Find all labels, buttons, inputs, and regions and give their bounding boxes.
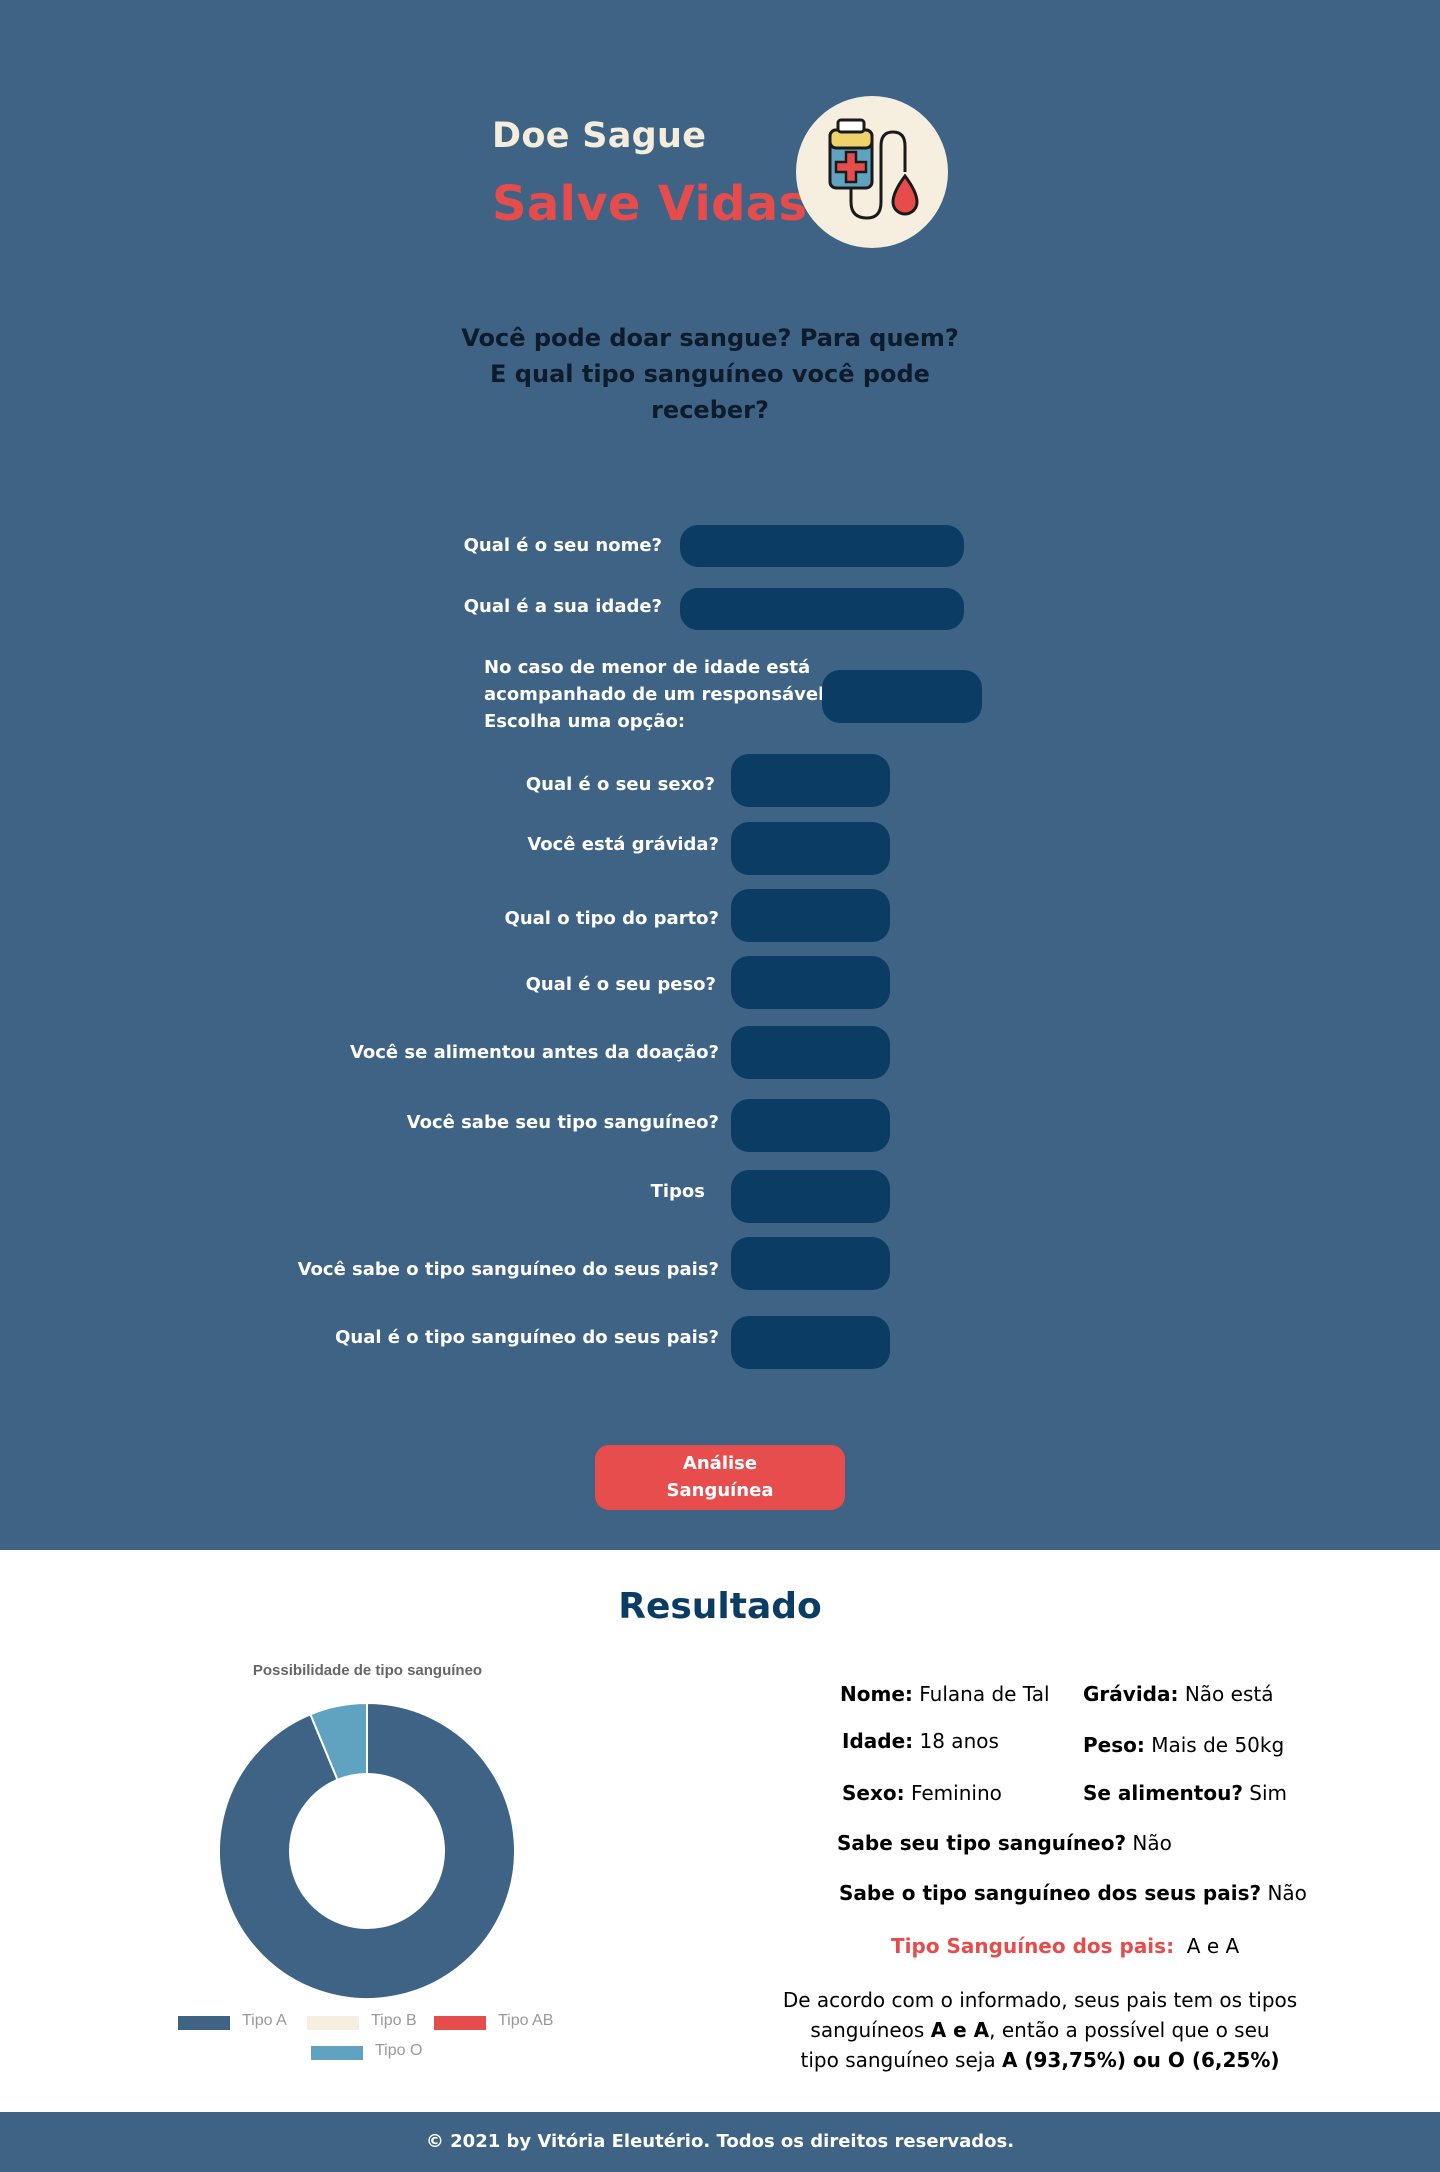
button-label-line: Sanguínea (666, 1480, 774, 1501)
types-select[interactable] (731, 1170, 890, 1223)
result-value: Fulana de Tal (919, 1682, 1050, 1706)
result-value: 18 anos (919, 1729, 999, 1753)
result-key: Idade: (842, 1729, 914, 1753)
summary-line: De acordo com o informado, seus pais tem… (782, 1988, 1298, 2012)
brand-subtitle: Salve Vidas (492, 176, 808, 232)
blood-type-donut-chart (218, 1701, 516, 2000)
intro-question: Você pode doar sangue? Para quem? E qual… (440, 320, 980, 428)
result-value: Sim (1249, 1781, 1288, 1805)
pregnant-label: Você está grávida? (527, 834, 719, 855)
legend-label: Tipo B (371, 2012, 417, 2029)
weight-select[interactable] (731, 956, 890, 1009)
result-name: Nome: Fulana de Tal (840, 1682, 1050, 1706)
result-value: A e A (1186, 1934, 1240, 1958)
summary-bold: A e A (930, 2018, 990, 2042)
knows-parents-label: Você sabe o tipo sanguíneo do seus pais? (297, 1259, 719, 1280)
name-input[interactable] (680, 525, 964, 567)
guardian-label-line: Escolha uma opção: (484, 711, 686, 732)
button-label-line: Análise (682, 1453, 758, 1474)
result-summary: De acordo com o informado, seus pais tem… (770, 1985, 1310, 2075)
result-value: Mais de 50kg (1151, 1733, 1285, 1757)
legend-label: Tipo A (242, 2012, 287, 2029)
result-value: Não está (1184, 1682, 1274, 1706)
result-pregnant: Grávida: Não está (1083, 1682, 1273, 1706)
chart-title: Possibilidade de tipo sanguíneo (252, 1662, 483, 1679)
parents-type-select[interactable] (731, 1316, 890, 1369)
types-label: Tipos (650, 1181, 705, 1202)
logo (796, 96, 948, 248)
age-label: Qual é a sua idade? (463, 596, 662, 617)
sex-label: Qual é o seu sexo? (525, 774, 715, 795)
weight-label: Qual é o seu peso? (525, 974, 716, 995)
guardian-label: No caso de menor de idade está acompanha… (484, 654, 835, 735)
blood-bag-icon (828, 118, 919, 220)
knows-type-label: Você sabe seu tipo sanguíneo? (406, 1112, 719, 1133)
footer: © 2021 by Vitória Eleutério. Todos os di… (0, 2112, 1440, 2172)
legend-swatch-tipo-b (307, 2016, 359, 2030)
fed-label: Você se alimentou antes da doação? (349, 1042, 719, 1063)
result-value: Não (1267, 1881, 1307, 1905)
result-key: Nome: (840, 1682, 913, 1706)
result-weight: Peso: Mais de 50kg (1083, 1733, 1284, 1757)
birth-type-label: Qual o tipo do parto? (504, 908, 719, 929)
summary-line: tipo sanguíneo seja A (93,75%) ou O (6,2… (770, 2045, 1310, 2075)
guardian-label-line: No caso de menor de idade está (484, 657, 811, 678)
result-key: Sabe o tipo sanguíneo dos seus pais? (839, 1881, 1262, 1905)
form-section: Doe Sague Salve Vidas Você pode doar san… (0, 0, 1440, 1550)
result-key: Se alimentou? (1083, 1781, 1243, 1805)
guardian-select[interactable] (822, 670, 982, 723)
age-input[interactable] (680, 588, 964, 630)
knows-type-select[interactable] (731, 1099, 890, 1152)
pregnant-select[interactable] (731, 822, 890, 875)
legend-swatch-tipo-ab (434, 2016, 486, 2030)
result-key: Sabe seu tipo sanguíneo? (837, 1831, 1127, 1855)
name-label: Qual é o seu nome? (463, 535, 662, 556)
knows-parents-select[interactable] (731, 1237, 890, 1290)
result-key: Grávida: (1083, 1682, 1179, 1706)
intro-line: E qual tipo sanguíneo você pode (490, 360, 930, 388)
summary-text: , então a possível que o seu (989, 2018, 1270, 2042)
fed-select[interactable] (731, 1026, 890, 1079)
chart-legend: Tipo A Tipo B Tipo AB Tipo O (178, 2012, 578, 2062)
legend-label: Tipo O (375, 2042, 423, 2059)
legend-label: Tipo AB (498, 2012, 554, 2029)
result-age: Idade: 18 anos (842, 1729, 999, 1753)
result-section: Resultado Possibilidade de tipo sanguíne… (0, 1550, 1440, 2112)
summary-bold: A (93,75%) ou O (6,25%) (1001, 2048, 1280, 2072)
summary-text: tipo sanguíneo seja (800, 2048, 1002, 2072)
result-knows-type: Sabe seu tipo sanguíneo? Não (837, 1831, 1172, 1855)
sex-select[interactable] (731, 754, 890, 807)
blood-analysis-button[interactable]: Análise Sanguínea (595, 1445, 845, 1510)
birth-type-select[interactable] (731, 889, 890, 942)
result-value: Não (1132, 1831, 1172, 1855)
guardian-label-line: acompanhado de um responsável? (484, 684, 835, 705)
result-key: Tipo Sanguíneo dos pais: (891, 1934, 1175, 1958)
result-fed: Se alimentou? Sim (1083, 1781, 1287, 1805)
result-key: Sexo: (842, 1781, 905, 1805)
result-knows-parents: Sabe o tipo sanguíneo dos seus pais? Não (839, 1881, 1307, 1905)
parents-type-label: Qual é o tipo sanguíneo do seus pais? (335, 1327, 719, 1348)
result-parents-type: Tipo Sanguíneo dos pais: A e A (891, 1934, 1239, 1958)
intro-line: receber? (651, 396, 769, 424)
summary-line: sanguíneos A e A, então a possível que o… (770, 2015, 1310, 2045)
result-sex: Sexo: Feminino (842, 1781, 1002, 1805)
legend-swatch-tipo-o (311, 2046, 363, 2060)
intro-line: Você pode doar sangue? Para quem? (461, 324, 959, 352)
summary-text: sanguíneos (810, 2018, 931, 2042)
result-key: Peso: (1083, 1733, 1145, 1757)
result-value: Feminino (910, 1781, 1002, 1805)
legend-swatch-tipo-a (178, 2016, 230, 2030)
brand-title: Doe Sague (492, 116, 707, 156)
result-title: Resultado (618, 1586, 822, 1627)
